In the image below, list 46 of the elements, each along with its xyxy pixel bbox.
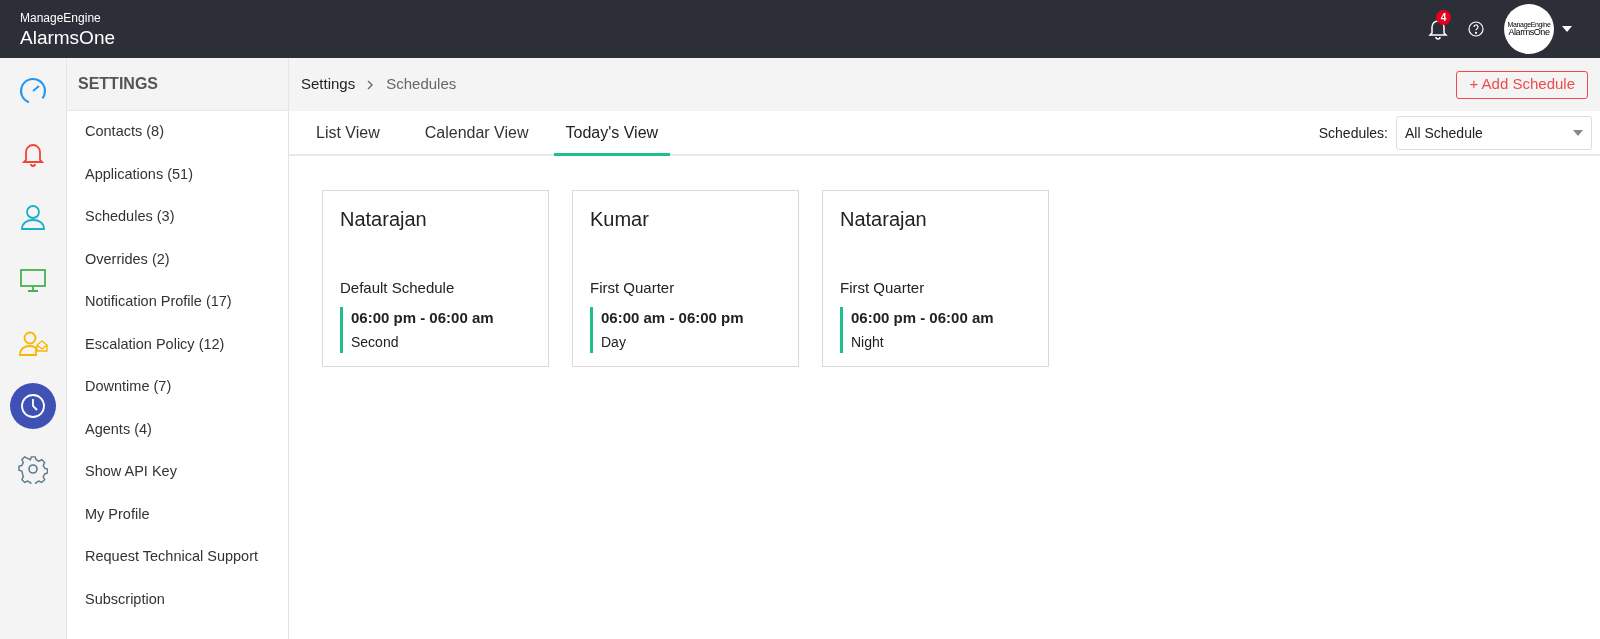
schedule-name: First Quarter [840, 278, 926, 298]
dropdown-value: All Schedule [1405, 123, 1483, 143]
breadcrumb-link[interactable]: Settings [301, 73, 356, 96]
sidebar-item[interactable]: Show API Key [67, 451, 288, 494]
contact-name: Natarajan [840, 207, 928, 232]
sidebar-item[interactable]: My Profile [67, 493, 288, 536]
sidebar-item[interactable]: Schedules (3) [67, 196, 288, 239]
caret-icon[interactable] [1562, 26, 1572, 32]
clock-icon [18, 391, 48, 421]
view-tab[interactable]: Calendar View [404, 113, 549, 156]
dashboard-icon [18, 76, 48, 106]
shift-time: 06:00 pm - 06:00 am [351, 307, 495, 328]
view-tab[interactable]: List View [296, 113, 400, 156]
schedule-name: Default Schedule [340, 278, 456, 298]
view-tab[interactable]: Today's View [553, 113, 671, 156]
sidebar-item[interactable]: Escalation Policy (12) [67, 323, 288, 366]
avatar-product: AlarmsOne [1508, 28, 1550, 37]
schedule-name: First Quarter [590, 278, 676, 298]
breadcrumb-current: Schedules [386, 74, 457, 95]
filter-label: Schedules: [1318, 123, 1388, 143]
brand-name: ManageEngine [20, 11, 102, 24]
user-icon [18, 202, 48, 232]
shift-name: Night [851, 333, 885, 352]
schedule-dropdown[interactable]: All Schedule [1396, 116, 1592, 150]
product-name: AlarmsOne [20, 27, 116, 47]
sidebar-item[interactable]: Contacts (8) [67, 111, 288, 154]
shift-name: Second [351, 333, 400, 352]
contact-name: Kumar [590, 207, 650, 232]
sidebar-item[interactable]: Request Technical Support [67, 536, 288, 579]
sidebar-item[interactable]: Subscription [67, 578, 288, 621]
caret-icon [1573, 130, 1583, 136]
sidebar-item[interactable]: Agents (4) [67, 408, 288, 451]
sidebar-item[interactable]: Downtime (7) [67, 366, 288, 409]
sidebar-title: SETTINGS [78, 74, 158, 94]
settings-icon [18, 454, 48, 484]
shift-name: Day [601, 333, 627, 352]
rail-item-selected[interactable] [10, 383, 56, 429]
notification-badge: 4 [1436, 10, 1451, 25]
chevron-icon [367, 79, 375, 90]
sidebar-item[interactable]: Applications (51) [67, 153, 288, 196]
shift-time: 06:00 am - 06:00 pm [601, 307, 745, 328]
contact-name: Natarajan [340, 207, 428, 232]
sidebar-item[interactable]: Overrides (2) [67, 238, 288, 281]
sidebar-item[interactable]: Notification Profile (17) [67, 281, 288, 324]
help-icon[interactable] [1468, 21, 1484, 37]
shift-time: 06:00 pm - 06:00 am [851, 307, 995, 328]
